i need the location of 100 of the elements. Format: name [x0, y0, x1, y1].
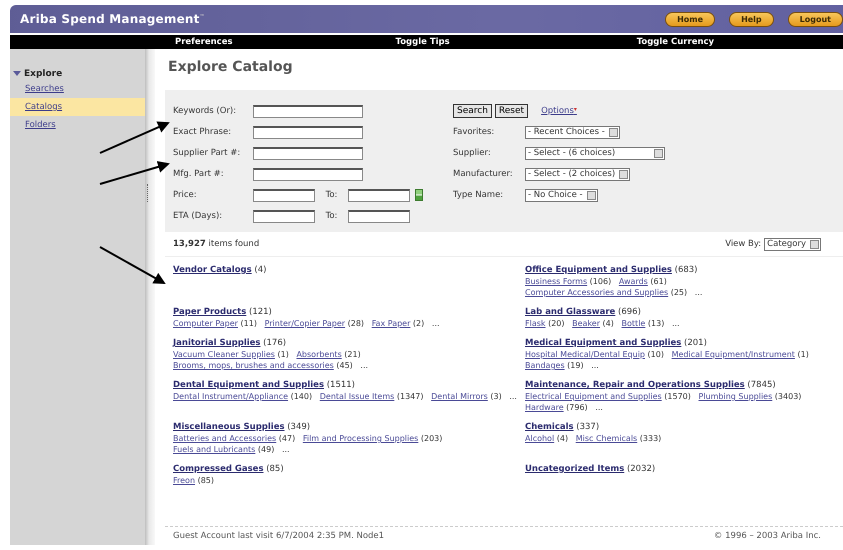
- subcategory-link[interactable]: Printer/Copier Paper: [264, 319, 346, 328]
- category-link[interactable]: Lab and Glassware: [525, 307, 616, 317]
- input-field[interactable]: [348, 210, 410, 222]
- annotation-arrow: [100, 246, 166, 284]
- item-count: (121): [248, 307, 272, 317]
- subcategory-link[interactable]: Medical Equipment/Instrument: [672, 350, 795, 359]
- category-link[interactable]: Miscellaneous Supplies: [173, 422, 285, 432]
- subcategory-link[interactable]: Hardware: [525, 403, 564, 412]
- category-link[interactable]: Vendor Catalogs: [173, 265, 252, 275]
- subcategory-link[interactable]: Dental Instrument/Appliance: [173, 392, 288, 401]
- menu-link[interactable]: Preferences: [175, 37, 233, 47]
- subcategory-link[interactable]: Beaker: [572, 319, 600, 328]
- item-count: (3): [489, 392, 502, 401]
- subcategory-link[interactable]: Freon: [173, 476, 196, 485]
- subcategory-link[interactable]: Bottle: [622, 319, 646, 328]
- subcategory-link[interactable]: Brooms, mops, brushes and accessories: [173, 361, 334, 370]
- category-link[interactable]: Medical Equipment and Supplies: [525, 338, 682, 348]
- item-count: (696): [617, 307, 641, 317]
- sidebar-item[interactable]: Catalogs: [10, 98, 145, 116]
- subcategory-link[interactable]: Vacuum Cleaner Supplies: [173, 350, 275, 359]
- item-count: (683): [674, 265, 698, 275]
- dropdown[interactable]: - Select - (6 choices): [525, 146, 665, 160]
- input-field[interactable]: [253, 146, 363, 160]
- subcategory-link[interactable]: Fax Paper: [372, 319, 410, 328]
- field-label: Mfg. Part #:: [173, 169, 225, 179]
- more-link[interactable]: ...: [595, 403, 603, 412]
- annotation-arrow: [100, 161, 170, 185]
- caret-icon: [13, 71, 21, 76]
- form-button[interactable]: Reset: [494, 104, 528, 118]
- item-count: (2032): [626, 464, 656, 474]
- dropdown[interactable]: - Recent Choices -: [525, 126, 620, 138]
- field-label: ETA (Days):: [173, 211, 224, 221]
- item-count: (203): [420, 434, 442, 443]
- item-count: (1511): [326, 380, 355, 390]
- subcategory-link[interactable]: Batteries and Accessories: [173, 434, 276, 443]
- more-link[interactable]: ...: [672, 319, 680, 328]
- input-field[interactable]: [253, 210, 315, 222]
- dropdown[interactable]: Category: [764, 238, 821, 250]
- subcategory-link[interactable]: Absorbents: [296, 350, 342, 359]
- category-link[interactable]: Chemicals: [525, 422, 574, 432]
- more-link[interactable]: ...: [591, 361, 599, 370]
- subcategory-link[interactable]: Alcohol: [525, 434, 554, 443]
- subcategory-link[interactable]: Hospital Medical/Dental Equip: [525, 350, 645, 359]
- item-count: (85): [265, 464, 284, 474]
- subcategory-link[interactable]: Electrical Equipment and Supplies: [525, 392, 662, 401]
- category-link[interactable]: Compressed Gases: [173, 464, 264, 474]
- dropdown[interactable]: - Select - (2 choices): [525, 168, 630, 180]
- subcategory-link[interactable]: Fuels and Lubricants: [173, 445, 256, 454]
- header-button[interactable]: Home: [665, 12, 716, 26]
- item-count: (2): [412, 319, 424, 328]
- input-field[interactable]: [348, 188, 410, 202]
- field-label: Price:: [173, 190, 198, 200]
- item-count: (10): [646, 350, 664, 359]
- input-field[interactable]: [253, 188, 315, 202]
- subcategory-link[interactable]: Bandages: [525, 361, 565, 370]
- stepper-icon[interactable]: [415, 189, 423, 201]
- item-count: (4): [556, 434, 568, 443]
- footer-text: Guest Account last visit 6/7/2004 2:35 PM. Node1: [173, 531, 384, 543]
- input-field[interactable]: [253, 168, 363, 180]
- header-button[interactable]: Help: [729, 12, 774, 26]
- header-button[interactable]: Logout: [788, 12, 843, 26]
- field-label: Manufacturer:: [453, 169, 514, 179]
- category-link[interactable]: Maintenance, Repair and Operations Supplies: [525, 380, 745, 390]
- sidebar-section[interactable]: Explore: [10, 67, 145, 80]
- menu-link[interactable]: Toggle Tips: [396, 37, 450, 47]
- item-count: (47): [278, 434, 296, 443]
- subcategory-link[interactable]: Dental Issue Items: [320, 392, 394, 401]
- more-link[interactable]: ...: [694, 288, 702, 297]
- more-link[interactable]: ...: [282, 445, 290, 454]
- subcategory-link[interactable]: Flask: [525, 319, 546, 328]
- more-link[interactable]: ...: [432, 319, 440, 328]
- sidebar-item[interactable]: Searches: [10, 80, 145, 98]
- subcategory-link[interactable]: Misc Chemicals: [576, 434, 638, 443]
- category-link[interactable]: Office Equipment and Supplies: [525, 265, 672, 275]
- dropdown[interactable]: - No Choice -: [525, 188, 598, 202]
- subcategory-link[interactable]: Computer Accessories and Supplies: [525, 288, 668, 297]
- item-count: (7845): [746, 380, 776, 390]
- item-count: (28): [346, 319, 364, 328]
- subcategory-link[interactable]: Computer Paper: [173, 319, 238, 328]
- copyright-text: © 1996 – 2003 Ariba Inc.: [714, 531, 821, 543]
- annotation-arrow: [100, 122, 170, 154]
- input-field[interactable]: [253, 104, 363, 118]
- sidebar-item[interactable]: Folders: [10, 116, 145, 134]
- category-link[interactable]: Uncategorized Items: [525, 464, 624, 474]
- subcategory-link[interactable]: Plumbing Supplies: [698, 392, 772, 401]
- subcategory-link[interactable]: Business Forms: [525, 277, 588, 286]
- item-count: (25): [670, 288, 688, 297]
- form-button[interactable]: Search: [453, 104, 492, 118]
- category-link[interactable]: Dental Equipment and Supplies: [173, 380, 324, 390]
- subcategory-link[interactable]: Dental Mirrors: [431, 392, 488, 401]
- menu-link[interactable]: Toggle Currency: [636, 37, 714, 47]
- category-link[interactable]: Janitorial Supplies: [173, 338, 260, 348]
- subcategory-link[interactable]: Awards: [618, 277, 648, 286]
- category-link[interactable]: Paper Products: [173, 307, 246, 317]
- field-label: To:: [324, 211, 338, 221]
- more-link[interactable]: ...: [509, 392, 517, 401]
- input-field[interactable]: [253, 126, 363, 138]
- logo: Ariba Spend Management$^{™}$: [20, 12, 205, 26]
- more-link[interactable]: ...: [360, 361, 368, 370]
- subcategory-link[interactable]: Film and Processing Supplies: [302, 434, 418, 443]
